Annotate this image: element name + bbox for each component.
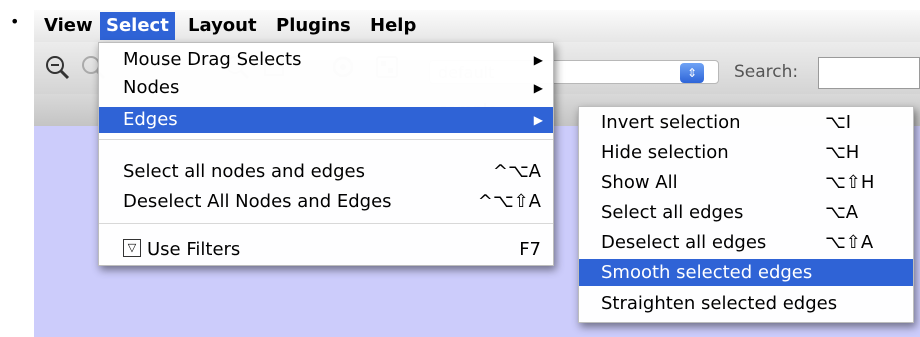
submenu-item-invert-selection[interactable]: Invert selection ⌥I (579, 109, 913, 136)
submenu-item-hide-selection[interactable]: Hide selection ⌥H (579, 139, 913, 166)
submenu-item-smooth-selected-edges[interactable]: Smooth selected edges (579, 259, 913, 286)
submenu-item-straighten-selected-edges[interactable]: Straighten selected edges (579, 290, 913, 317)
submenu-arrow-icon: ▶ (533, 81, 543, 95)
submenu-item-shortcut: ⌥I (825, 112, 852, 133)
submenu-item-shortcut: ⌥⇧H (825, 172, 875, 193)
menu-bar: View Select Layout Plugins Help (34, 10, 920, 42)
menu-plugins[interactable]: Plugins (270, 12, 357, 40)
menu-item-shortcut: ^⌥⇧A (477, 191, 541, 212)
submenu-arrow-icon: ▶ (533, 113, 543, 127)
menu-item-nodes[interactable]: Nodes ▶ (99, 75, 553, 101)
submenu-arrow-icon: ▶ (533, 53, 543, 67)
submenu-item-label: Hide selection (601, 142, 729, 163)
submenu-item-show-all[interactable]: Show All ⌥⇧H (579, 169, 913, 196)
filter-icon: ▽ (123, 239, 141, 257)
search-label: Search: (734, 62, 799, 82)
menu-help[interactable]: Help (364, 12, 422, 40)
search-input[interactable] (818, 57, 920, 89)
submenu-item-label: Straighten selected edges (601, 293, 838, 314)
zoom-out-icon[interactable] (42, 54, 72, 84)
menu-item-shortcut: F7 (519, 239, 541, 260)
submenu-item-shortcut: ⌥A (825, 202, 859, 223)
menu-layout[interactable]: Layout (182, 12, 263, 40)
menu-item-label: Mouse Drag Selects (123, 49, 302, 70)
menu-view[interactable]: View (38, 12, 99, 40)
menu-item-select-all-nodes-and-edges[interactable]: Select all nodes and edges ^⌥A (99, 159, 553, 185)
submenu-item-label: Show All (601, 172, 678, 193)
bullet-marker: • (10, 12, 20, 31)
menu-separator (99, 223, 553, 224)
submenu-item-deselect-all-edges[interactable]: Deselect all edges ⌥⇧A (579, 229, 913, 256)
menu-select[interactable]: Select (100, 12, 175, 40)
edges-submenu: Invert selection ⌥I Hide selection ⌥H Sh… (578, 106, 914, 323)
menu-item-mouse-drag-selects[interactable]: Mouse Drag Selects ▶ (99, 47, 553, 73)
select-stepper-icon[interactable]: ⇕ (680, 63, 704, 83)
menu-separator (99, 139, 553, 140)
select-menu: Mouse Drag Selects ▶ Nodes ▶ Edges ▶ Sel… (98, 42, 554, 266)
menu-item-label: Select all nodes and edges (123, 161, 365, 182)
submenu-item-label: Deselect all edges (601, 232, 767, 253)
submenu-item-label: Smooth selected edges (601, 262, 813, 283)
submenu-item-label: Invert selection (601, 112, 741, 133)
menu-item-label: Nodes (123, 77, 180, 98)
submenu-item-shortcut: ⌥H (825, 142, 860, 163)
submenu-item-select-all-edges[interactable]: Select all edges ⌥A (579, 199, 913, 226)
menu-item-use-filters[interactable]: ▽ Use Filters F7 (99, 237, 553, 263)
menu-item-edges[interactable]: Edges ▶ (99, 107, 553, 133)
submenu-item-shortcut: ⌥⇧A (825, 232, 874, 253)
menu-item-label: Use Filters (147, 239, 241, 260)
submenu-item-label: Select all edges (601, 202, 744, 223)
menu-item-label: Deselect All Nodes and Edges (123, 191, 392, 212)
menu-item-shortcut: ^⌥A (492, 161, 541, 182)
menu-item-label: Edges (123, 109, 178, 130)
menu-item-deselect-all-nodes-and-edges[interactable]: Deselect All Nodes and Edges ^⌥⇧A (99, 189, 553, 215)
